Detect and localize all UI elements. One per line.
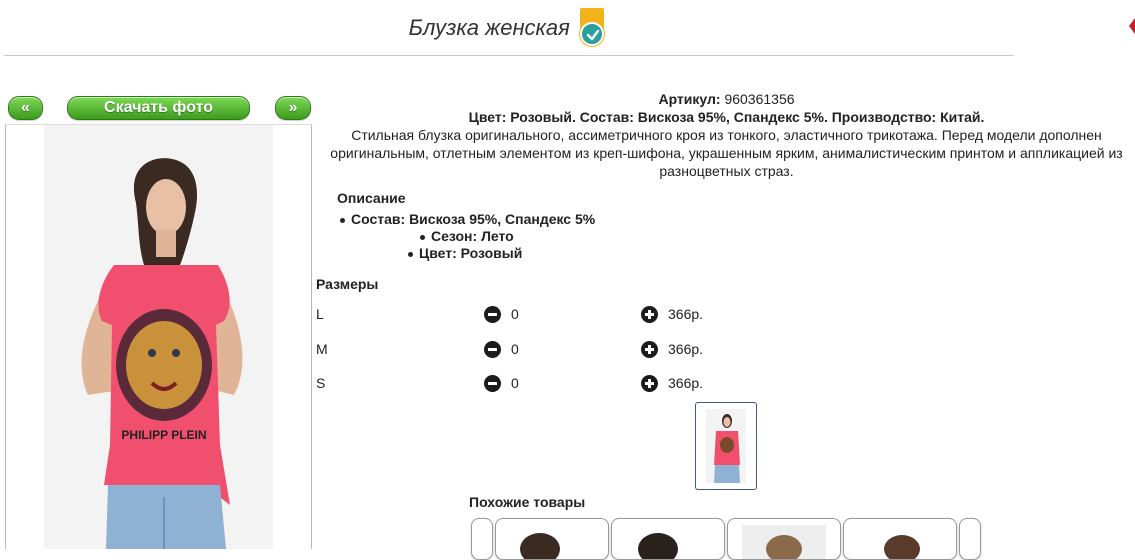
quantity-value: 0 — [511, 306, 519, 322]
specs-list: Состав: Вискоза 95%, Спандекс 5% Сезон: … — [340, 211, 595, 262]
product-summary: Цвет: Розовый. Состав: Вискоза 95%, Спан… — [468, 109, 985, 125]
quantity-value: 0 — [511, 341, 519, 357]
similar-card[interactable] — [727, 518, 841, 560]
header-divider — [4, 55, 1014, 56]
description-heading: Описание — [337, 190, 406, 206]
article-value: 960361356 — [724, 91, 795, 107]
product-info: Артикул: 960361356 Цвет: Розовый. Состав… — [318, 90, 1135, 180]
similar-card[interactable] — [495, 518, 609, 560]
price-value: 366р. — [668, 375, 704, 391]
similar-card[interactable] — [471, 518, 493, 560]
plus-icon[interactable] — [641, 375, 658, 392]
price-value: 366р. — [668, 306, 704, 322]
photo-frame: PHILIPP PLEIN — [5, 124, 312, 549]
spec-item: Цвет: Розовый — [340, 245, 595, 262]
similar-heading: Похожие товары — [469, 494, 586, 510]
size-row-m: M 0 366р. — [316, 341, 736, 361]
plus-icon[interactable] — [641, 341, 658, 358]
article-label: Артикул: — [658, 91, 721, 107]
verified-check-icon — [578, 8, 606, 48]
thumbnail-image — [706, 409, 746, 483]
page-header: Блузка женская — [0, 8, 1015, 48]
photo-thumbnail[interactable] — [695, 402, 757, 490]
prev-photo-button[interactable]: « — [8, 96, 43, 120]
page-title: Блузка женская — [408, 15, 570, 40]
red-corner-icon[interactable] — [1126, 10, 1135, 42]
size-label: L — [316, 306, 324, 322]
minus-icon[interactable] — [484, 306, 501, 323]
product-description: Стильная блузка оригинального, ассиметри… — [330, 127, 1123, 179]
minus-icon[interactable] — [484, 341, 501, 358]
price-value: 366р. — [668, 341, 704, 357]
quantity-value: 0 — [511, 375, 519, 391]
next-photo-button[interactable]: » — [275, 96, 311, 120]
size-row-s: S 0 366р. — [316, 375, 736, 395]
download-photo-button[interactable]: Скачать фото — [67, 96, 250, 120]
sizes-heading: Размеры — [316, 276, 379, 292]
spec-item: Состав: Вискоза 95%, Спандекс 5% — [340, 211, 595, 228]
spec-item: Сезон: Лето — [340, 228, 595, 245]
product-photo[interactable]: PHILIPP PLEIN — [44, 125, 273, 549]
article-line: Артикул: 960361356 — [318, 90, 1135, 108]
similar-card[interactable] — [959, 518, 981, 560]
size-label: M — [316, 341, 328, 357]
minus-icon[interactable] — [484, 375, 501, 392]
shirt-print-text: PHILIPP PLEIN — [121, 428, 206, 442]
similar-card[interactable] — [611, 518, 725, 560]
size-label: S — [316, 375, 326, 391]
similar-card[interactable] — [843, 518, 957, 560]
size-row-l: L 0 366р. — [316, 306, 736, 326]
plus-icon[interactable] — [641, 306, 658, 323]
